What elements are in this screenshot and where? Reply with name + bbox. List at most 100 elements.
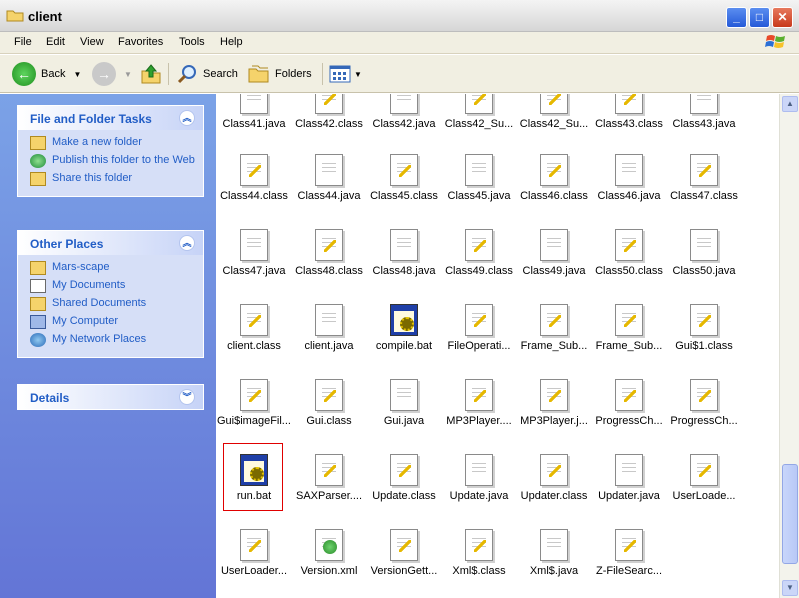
- file-item[interactable]: Update.class: [366, 454, 442, 526]
- file-item[interactable]: Class48.java: [366, 229, 442, 301]
- scroll-up-arrow-icon[interactable]: ▲: [782, 96, 798, 112]
- collapse-chevron-icon[interactable]: ︽: [179, 235, 195, 251]
- views-button[interactable]: ▼: [329, 61, 362, 87]
- toolbar-separator: [168, 63, 169, 85]
- file-item[interactable]: Class46.java: [591, 154, 667, 226]
- task-share-folder[interactable]: Share this folder: [30, 172, 195, 186]
- file-item[interactable]: Class42.class: [291, 94, 367, 154]
- dropdown-arrow-icon[interactable]: ▼: [73, 70, 81, 79]
- expand-chevron-icon[interactable]: ︾: [179, 389, 195, 405]
- dropdown-arrow-icon[interactable]: ▼: [124, 70, 132, 79]
- menu-tools[interactable]: Tools: [179, 36, 205, 48]
- file-item[interactable]: Gui.java: [366, 379, 442, 451]
- file-item[interactable]: run.bat: [216, 454, 292, 526]
- up-folder-button[interactable]: [140, 61, 162, 87]
- forward-button[interactable]: → ▼: [92, 61, 132, 87]
- dropdown-arrow-icon[interactable]: ▼: [354, 70, 362, 79]
- back-button[interactable]: ← Back ▼: [12, 61, 81, 87]
- task-publish-folder[interactable]: Publish this folder to the Web: [30, 154, 195, 168]
- file-item[interactable]: Z-FileSearc...: [591, 529, 667, 598]
- file-item[interactable]: SAXParser....: [291, 454, 367, 526]
- panel-header[interactable]: Details ︾: [18, 385, 203, 409]
- task-label: Publish this folder to the Web: [52, 154, 195, 166]
- vertical-scrollbar[interactable]: ▲ ▼: [779, 94, 799, 598]
- collapse-chevron-icon[interactable]: ︽: [179, 110, 195, 126]
- file-item[interactable]: FileOperati...: [441, 304, 517, 376]
- file-item[interactable]: client.java: [291, 304, 367, 376]
- folders-button[interactable]: Folders: [248, 61, 312, 87]
- file-item[interactable]: Frame_Sub...: [516, 304, 592, 376]
- file-item[interactable]: Version.xml: [291, 529, 367, 598]
- file-item[interactable]: Class50.java: [666, 229, 742, 301]
- file-item[interactable]: Class42.java: [366, 94, 442, 154]
- file-item[interactable]: Class49.java: [516, 229, 592, 301]
- place-mars-scape[interactable]: Mars-scape: [30, 261, 195, 275]
- file-item[interactable]: Class45.java: [441, 154, 517, 226]
- file-item[interactable]: Class47.class: [666, 154, 742, 226]
- place-my-network-places[interactable]: My Network Places: [30, 333, 195, 347]
- file-item[interactable]: Class44.java: [291, 154, 367, 226]
- file-name: Class42.class: [295, 118, 363, 130]
- file-item[interactable]: MP3Player....: [441, 379, 517, 451]
- file-icon: [390, 94, 418, 114]
- search-button[interactable]: Search: [176, 61, 238, 87]
- scrollbar-thumb[interactable]: [782, 464, 798, 564]
- file-item[interactable]: Gui.class: [291, 379, 367, 451]
- file-item[interactable]: ProgressCh...: [666, 379, 742, 451]
- file-item[interactable]: Xml$.java: [516, 529, 592, 598]
- file-item[interactable]: Frame_Sub...: [591, 304, 667, 376]
- file-item[interactable]: Xml$.class: [441, 529, 517, 598]
- place-my-computer[interactable]: My Computer: [30, 315, 195, 329]
- file-item[interactable]: Class46.class: [516, 154, 592, 226]
- menu-help[interactable]: Help: [220, 36, 243, 48]
- file-name: Class44.class: [220, 190, 288, 202]
- file-item[interactable]: Class47.java: [216, 229, 292, 301]
- file-item[interactable]: Class48.class: [291, 229, 367, 301]
- file-item[interactable]: Class42_Su...: [516, 94, 592, 154]
- menu-bar: File Edit View Favorites Tools Help: [0, 32, 799, 54]
- file-item[interactable]: UserLoade...: [666, 454, 742, 526]
- close-button[interactable]: ✕: [772, 7, 793, 28]
- file-icon: [240, 529, 268, 561]
- batch-file-icon: [390, 304, 418, 336]
- file-name: Gui$1.class: [675, 340, 733, 352]
- file-list-view[interactable]: Class41.java Class42.class Class42.java Cla…: [216, 94, 779, 598]
- file-item[interactable]: Class50.class: [591, 229, 667, 301]
- file-item[interactable]: Update.java: [441, 454, 517, 526]
- folders-icon: [248, 65, 269, 83]
- file-item[interactable]: Gui$1.class: [666, 304, 742, 376]
- file-item[interactable]: Class42_Su...: [441, 94, 517, 154]
- file-item[interactable]: ProgressCh...: [591, 379, 667, 451]
- file-item[interactable]: MP3Player.j...: [516, 379, 592, 451]
- network-places-icon: [30, 333, 46, 347]
- file-item[interactable]: VersionGett...: [366, 529, 442, 598]
- file-item[interactable]: Updater.class: [516, 454, 592, 526]
- file-item[interactable]: Class44.class: [216, 154, 292, 226]
- file-item[interactable]: Class41.java: [216, 94, 292, 154]
- maximize-button[interactable]: □: [749, 7, 770, 28]
- file-item[interactable]: UserLoader...: [216, 529, 292, 598]
- task-make-new-folder[interactable]: Make a new folder: [30, 136, 195, 150]
- file-name: Class44.java: [297, 190, 361, 202]
- place-my-documents[interactable]: My Documents: [30, 279, 195, 293]
- menu-favorites[interactable]: Favorites: [118, 36, 163, 48]
- share-folder-icon: [30, 172, 46, 186]
- menu-view[interactable]: View: [80, 36, 104, 48]
- file-item[interactable]: Class43.class: [591, 94, 667, 154]
- file-name: Class49.class: [445, 265, 513, 277]
- menu-file[interactable]: File: [14, 36, 32, 48]
- minimize-button[interactable]: _: [726, 7, 747, 28]
- menu-edit[interactable]: Edit: [46, 36, 65, 48]
- scroll-down-arrow-icon[interactable]: ▼: [782, 580, 798, 596]
- file-item[interactable]: client.class: [216, 304, 292, 376]
- file-item[interactable]: compile.bat: [366, 304, 442, 376]
- file-item[interactable]: Updater.java: [591, 454, 667, 526]
- panel-header[interactable]: Other Places ︽: [18, 231, 203, 255]
- file-item[interactable]: Class43.java: [666, 94, 742, 154]
- panel-header[interactable]: File and Folder Tasks ︽: [18, 106, 203, 130]
- file-item[interactable]: Class49.class: [441, 229, 517, 301]
- file-item[interactable]: Class45.class: [366, 154, 442, 226]
- file-item[interactable]: Gui$imageFil...: [216, 379, 292, 451]
- shared-folder-icon: [30, 297, 46, 311]
- place-shared-documents[interactable]: Shared Documents: [30, 297, 195, 311]
